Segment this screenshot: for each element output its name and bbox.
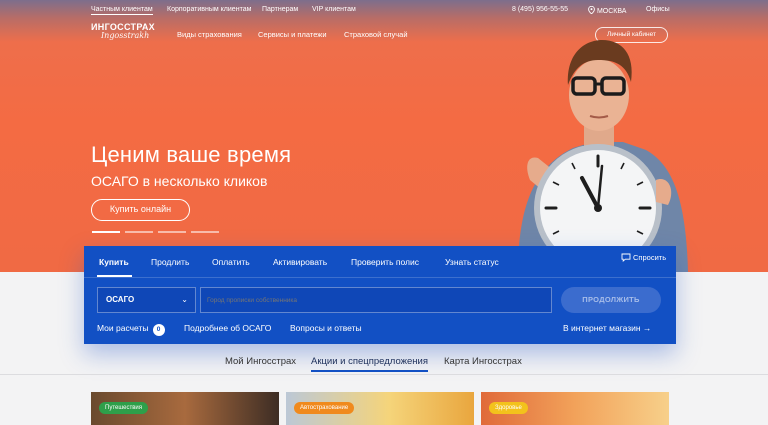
city-selector[interactable]: МОСКВА	[588, 5, 627, 15]
hero-banner: Частным клиентам Корпоративным клиентам …	[0, 0, 768, 272]
city-label: МОСКВА	[596, 8, 627, 15]
product-select[interactable]: ОСАГО ⌄	[97, 287, 196, 313]
segment-vip[interactable]: VIP клиентам	[312, 6, 356, 13]
city-input[interactable]	[200, 287, 552, 313]
tab-check-status[interactable]: Узнать статус	[445, 257, 499, 267]
subnav-my-ingosstrakh[interactable]: Мой Ингосстрах	[225, 356, 296, 367]
hero-subtitle: ОСАГО в несколько кликов	[91, 173, 268, 189]
slider-dot-2[interactable]	[125, 231, 153, 233]
card-tag-health: Здоровье	[489, 402, 528, 414]
product-select-value: ОСАГО	[106, 295, 135, 304]
promo-card-auto[interactable]: Автострахование	[286, 392, 474, 425]
promo-card-health[interactable]: Здоровье	[481, 392, 669, 425]
segment-partners[interactable]: Партнерам	[262, 6, 298, 13]
slider-dot-3[interactable]	[158, 231, 186, 233]
location-pin-icon	[588, 5, 595, 15]
hero-person-with-clock-image	[518, 40, 688, 272]
ask-button[interactable]: Спросить	[621, 253, 666, 262]
osago-widget: Купить Продлить Оплатить Активировать Пр…	[84, 246, 676, 344]
online-shop-link[interactable]: В интернет магазин →	[563, 323, 651, 333]
tab-renew[interactable]: Продлить	[151, 257, 189, 267]
nav-insured-event[interactable]: Страховой случай	[344, 30, 408, 39]
about-osago-link[interactable]: Подробнее об ОСАГО	[184, 323, 271, 333]
widget-tabs: Купить Продлить Оплатить Активировать Пр…	[84, 246, 676, 277]
top-bar: Частным клиентам Корпоративным клиентам …	[0, 0, 768, 19]
tab-pay[interactable]: Оплатить	[212, 257, 250, 267]
tab-buy[interactable]: Купить	[99, 257, 129, 267]
tab-check-policy[interactable]: Проверить полис	[351, 257, 419, 267]
calculations-count-badge: 0	[152, 324, 165, 336]
my-calculations-link[interactable]: Мои расчеты 0	[97, 323, 165, 336]
slider-dot-1[interactable]	[92, 231, 120, 233]
phone-number[interactable]: 8 (495) 956-55-55	[512, 6, 568, 13]
subnav-ingosstrakh-card[interactable]: Карта Ингосстрах	[444, 356, 522, 367]
logo-script: Ingosstrakh	[101, 31, 150, 40]
hero-title: Ценим ваше время	[91, 142, 292, 167]
my-calculations-label: Мои расчеты	[97, 323, 149, 333]
faq-link[interactable]: Вопросы и ответы	[290, 323, 362, 333]
nav-services-payments[interactable]: Сервисы и платежи	[258, 30, 327, 39]
promo-card-travel[interactable]: Путешествия	[91, 392, 279, 425]
card-tag-auto: Автострахование	[294, 402, 355, 414]
ask-label: Спросить	[633, 253, 667, 262]
segment-corporate[interactable]: Корпоративным клиентам	[167, 6, 251, 13]
buy-online-button[interactable]: Купить онлайн	[91, 199, 190, 221]
chevron-down-icon: ⌄	[181, 295, 188, 304]
chat-bubble-icon	[621, 253, 631, 262]
segment-private[interactable]: Частным клиентам	[91, 6, 153, 15]
logo[interactable]: ИНГОССТРАХ Ingosstrakh	[91, 22, 155, 40]
tab-activate[interactable]: Активировать	[273, 257, 327, 267]
subnav-promotions[interactable]: Акции и спецпредложения	[311, 356, 428, 372]
widget-divider	[84, 277, 676, 278]
offices-link[interactable]: Офисы	[646, 6, 670, 13]
slider-dot-4[interactable]	[191, 231, 219, 233]
card-tag-travel: Путешествия	[99, 402, 149, 414]
continue-button[interactable]: ПРОДОЛЖИТЬ	[561, 287, 661, 313]
subnav-divider	[0, 374, 768, 375]
nav-insurance-types[interactable]: Виды страхования	[177, 30, 242, 39]
